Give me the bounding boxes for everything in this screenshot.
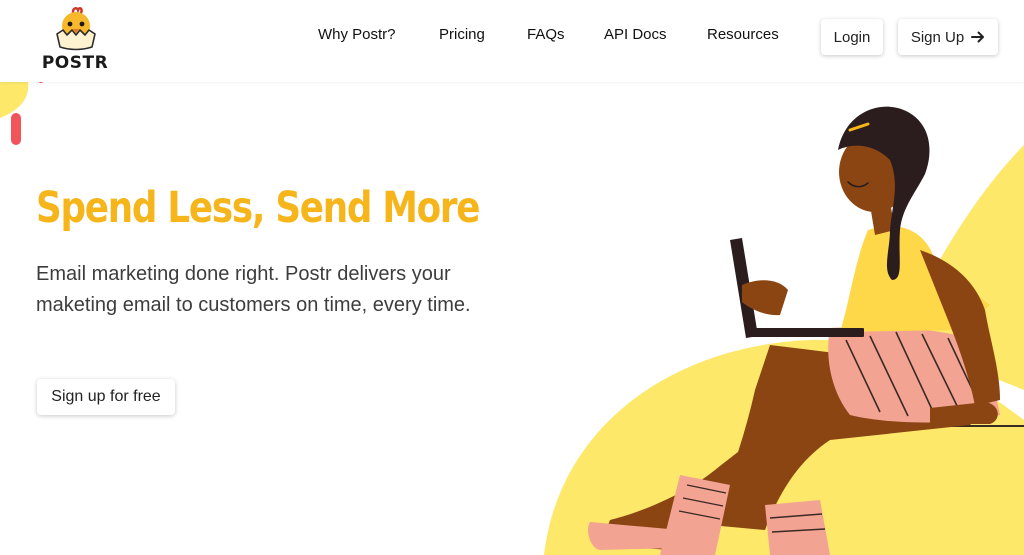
laptop-base bbox=[746, 328, 864, 337]
logo[interactable]: POSTR bbox=[40, 6, 110, 73]
red-dash bbox=[11, 113, 21, 145]
nav-faqs[interactable]: FAQs bbox=[527, 26, 565, 43]
nav-api-docs[interactable]: API Docs bbox=[604, 26, 667, 43]
login-button-label: Login bbox=[833, 28, 871, 46]
sign-up-button-label: Sign Up bbox=[910, 28, 965, 46]
woman-with-laptop-illustration bbox=[544, 106, 1024, 555]
logo-text: POSTR bbox=[41, 53, 109, 73]
arrow-right-icon bbox=[971, 31, 985, 43]
nav-why-postr[interactable]: Why Postr? bbox=[318, 26, 396, 43]
login-button[interactable]: Login bbox=[821, 19, 883, 55]
nav-resources[interactable]: Resources bbox=[707, 26, 779, 43]
chick-icon bbox=[56, 7, 96, 51]
top-navigation-bar: POSTR Why Postr? Pricing FAQs API Docs R… bbox=[0, 0, 1024, 82]
nav-pricing[interactable]: Pricing bbox=[439, 26, 485, 43]
yellow-corner-blob bbox=[0, 82, 29, 118]
sign-up-button[interactable]: Sign Up bbox=[898, 19, 998, 55]
